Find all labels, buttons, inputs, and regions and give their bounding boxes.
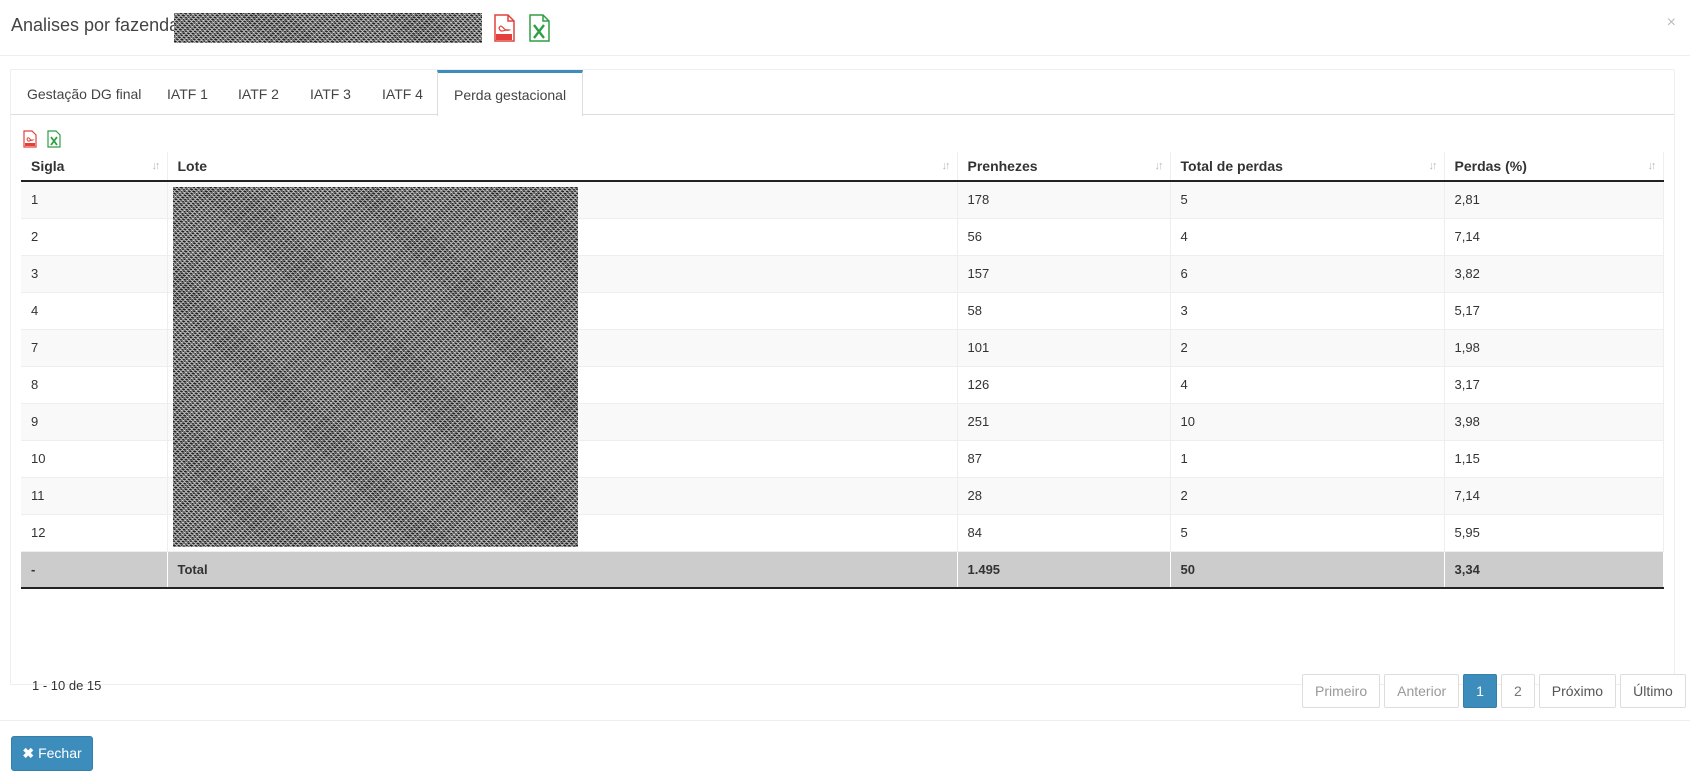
modal-header: Analises por fazendas × <box>0 0 1690 56</box>
pdf-file-icon[interactable] <box>493 14 515 42</box>
export-excel-icon[interactable] <box>47 130 61 148</box>
excel-file-icon[interactable] <box>528 14 550 42</box>
sort-icon: ↓↑ <box>1154 160 1164 172</box>
pagination-page-1[interactable]: 1 <box>1463 674 1497 708</box>
tab-iatf-2[interactable]: IATF 2 <box>222 70 295 115</box>
table-total-row: - Total 1.495 50 3,34 <box>21 550 1664 589</box>
sort-icon: ↓↑ <box>151 160 161 172</box>
sort-icon: ↓↑ <box>941 160 951 172</box>
pagination-last-button[interactable]: Último <box>1620 674 1686 708</box>
column-header-perdas-pct[interactable]: Perdas (%) ↓↑ <box>1444 152 1664 182</box>
times-icon: ✖ <box>22 745 35 761</box>
tab-iatf-4[interactable]: IATF 4 <box>366 70 439 115</box>
column-header-prenhezes[interactable]: Prenhezes ↓↑ <box>957 152 1171 182</box>
tab-iatf-3[interactable]: IATF 3 <box>294 70 367 115</box>
redacted-farm-name <box>174 13 482 43</box>
pagination-next-button[interactable]: Próximo <box>1538 674 1617 708</box>
close-button[interactable]: ✖ Fechar <box>11 736 93 771</box>
sort-icon: ↓↑ <box>1647 160 1657 172</box>
close-icon[interactable]: × <box>1667 14 1676 32</box>
tab-gestacao-dg-final[interactable]: Gestação DG final <box>11 70 157 115</box>
column-header-total-perdas[interactable]: Total de perdas ↓↑ <box>1170 152 1445 182</box>
analysis-modal: Analises por fazendas × Gestação DG fina… <box>0 0 1690 780</box>
table-header-row: Sigla ↓↑ Lote ↓↑ Prenhezes ↓↑ Total de perd… <box>21 152 1664 182</box>
pagination-info: 1 - 10 de 15 <box>32 678 102 693</box>
close-button-label: Fechar <box>38 745 82 761</box>
modal-footer <box>0 720 1690 780</box>
sort-icon: ↓↑ <box>1428 160 1438 172</box>
pagination-prev-button[interactable]: Anterior <box>1384 674 1460 708</box>
pagination: Primeiro Anterior 1 2 Próximo Último <box>1298 674 1686 708</box>
redacted-lote-column <box>173 187 578 547</box>
tab-perda-gestacional[interactable]: Perda gestacional <box>437 70 584 116</box>
tab-bar: Gestação DG final IATF 1 IATF 2 IATF 3 I… <box>11 70 1674 116</box>
modal-title: Analises por fazendas <box>11 15 189 35</box>
export-pdf-icon[interactable] <box>23 130 37 148</box>
column-header-lote[interactable]: Lote ↓↑ <box>167 152 958 182</box>
pagination-first-button[interactable]: Primeiro <box>1302 674 1381 708</box>
tab-iatf-1[interactable]: IATF 1 <box>151 70 224 115</box>
pagination-page-2[interactable]: 2 <box>1500 674 1535 708</box>
column-header-sigla[interactable]: Sigla ↓↑ <box>21 152 168 182</box>
